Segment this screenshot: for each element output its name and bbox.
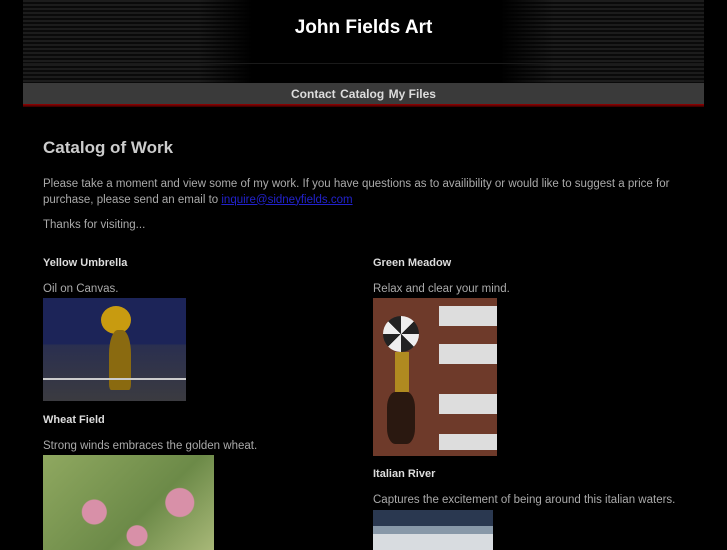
yellow-umbrella-image[interactable] [43, 298, 186, 401]
item-desc: Relax and clear your mind. [373, 283, 510, 295]
wheat-field-image[interactable] [43, 455, 214, 550]
nav-catalog[interactable]: Catalog [340, 87, 384, 101]
item-desc: Strong winds embraces the golden wheat. [43, 440, 258, 452]
email-link[interactable]: inquire@sidneyfields.com [221, 194, 352, 206]
intro-body: Please take a moment and view some of my… [43, 178, 670, 206]
intro-text: Please take a moment and view some of my… [43, 177, 673, 208]
italian-river-image[interactable] [373, 510, 493, 550]
site-header: John Fields Art [23, 0, 704, 83]
nav-bar: Contact Catalog My Files [23, 83, 704, 104]
header-divider [23, 63, 704, 64]
item-title: Italian River [373, 468, 436, 480]
thanks-text: Thanks for visiting... [43, 219, 146, 231]
red-divider [23, 104, 704, 107]
item-desc: Oil on Canvas. [43, 283, 119, 295]
item-title: Yellow Umbrella [43, 257, 128, 269]
nav-my-files[interactable]: My Files [389, 87, 436, 101]
green-meadow-image[interactable] [373, 298, 497, 456]
item-title: Wheat Field [43, 414, 105, 426]
page-title: Catalog of Work [43, 138, 174, 157]
item-desc: Captures the excitement of being around … [373, 494, 676, 506]
header-center [198, 0, 554, 83]
item-title: Green Meadow [373, 257, 452, 269]
site-title: John Fields Art [294, 17, 433, 38]
nav-contact[interactable]: Contact [291, 87, 336, 101]
